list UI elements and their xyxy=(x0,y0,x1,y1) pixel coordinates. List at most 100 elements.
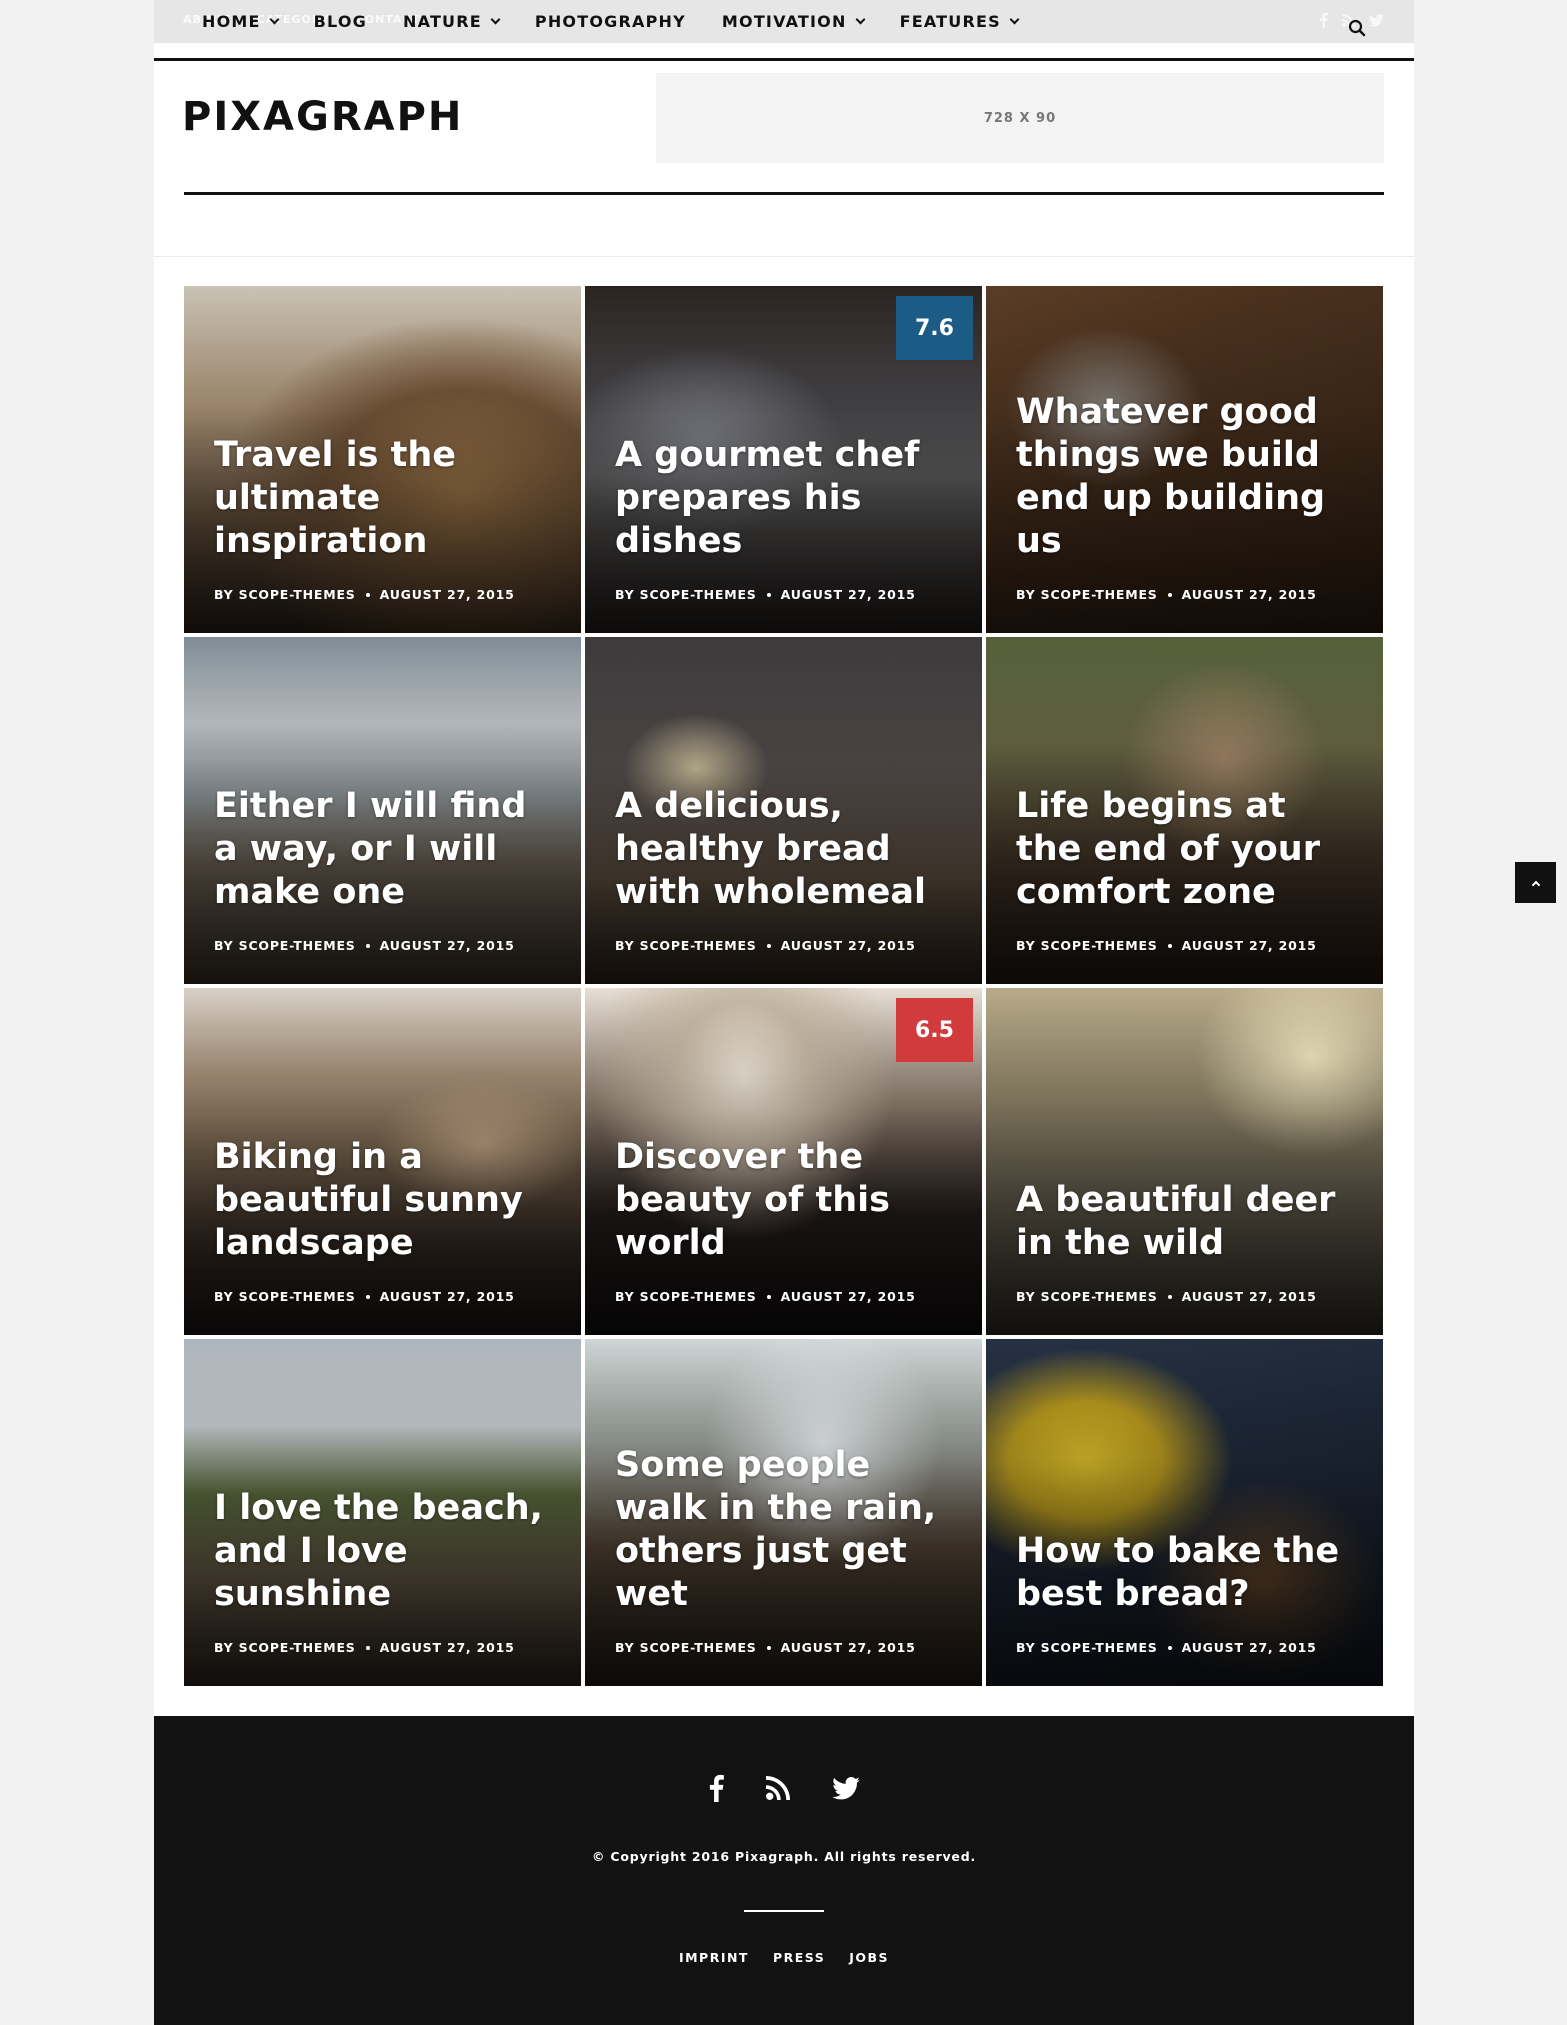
post-card[interactable]: Some people walk in the rain, others jus… xyxy=(585,1339,982,1686)
nav-item-label: MOTIVATION xyxy=(721,12,847,31)
post-date: AUGUST 27, 2015 xyxy=(780,587,916,602)
post-title[interactable]: Either I will find a way, or I will make… xyxy=(214,785,557,914)
post-author[interactable]: BY SCOPE-THEMES xyxy=(615,1289,757,1304)
ad-banner[interactable]: 728 X 90 xyxy=(656,73,1384,163)
footer-link-imprint[interactable]: IMPRINT xyxy=(679,1950,749,1965)
post-author[interactable]: BY SCOPE-THEMES xyxy=(214,1289,356,1304)
search-icon[interactable] xyxy=(1348,19,1366,37)
chevron-down-icon xyxy=(490,14,501,24)
post-title[interactable]: A beautiful deer in the wild xyxy=(1016,1179,1359,1265)
post-card[interactable]: A delicious, healthy bread with wholemea… xyxy=(585,637,982,984)
post-author[interactable]: BY SCOPE-THEMES xyxy=(214,587,356,602)
post-meta: BY SCOPE-THEMES AUGUST 27, 2015 xyxy=(1016,587,1317,602)
post-title[interactable]: Some people walk in the rain, others jus… xyxy=(615,1444,958,1616)
post-card[interactable]: Life begins at the end of your comfort z… xyxy=(986,637,1383,984)
post-grid: Travel is the ultimate inspiration BY SC… xyxy=(184,286,1384,1686)
site-footer: © Copyright 2016 Pixagraph. All rights r… xyxy=(154,1716,1414,2025)
nav-item-home[interactable]: HOME xyxy=(202,12,280,31)
meta-separator xyxy=(766,943,771,948)
post-date: AUGUST 27, 2015 xyxy=(379,587,515,602)
post-title[interactable]: Discover the beauty of this world xyxy=(615,1136,958,1265)
post-author[interactable]: BY SCOPE-THEMES xyxy=(1016,587,1158,602)
post-author[interactable]: BY SCOPE-THEMES xyxy=(214,1640,356,1655)
post-card[interactable]: 7.6 A gourmet chef prepares his dishes B… xyxy=(585,286,982,633)
post-title[interactable]: Life begins at the end of your comfort z… xyxy=(1016,785,1359,914)
nav-item-motivation[interactable]: MOTIVATION xyxy=(721,12,866,31)
footer-social-links xyxy=(154,1774,1414,1802)
site-logo[interactable]: PIXAGRAPH xyxy=(182,93,463,141)
post-author[interactable]: BY SCOPE-THEMES xyxy=(1016,1289,1158,1304)
facebook-icon[interactable] xyxy=(708,1774,724,1802)
post-author[interactable]: BY SCOPE-THEMES xyxy=(615,587,757,602)
post-date: AUGUST 27, 2015 xyxy=(1181,938,1317,953)
nav-item-label: BLOG xyxy=(313,12,368,31)
top-bar: ABOUT CATEGORY CONTACT HOME BLOG NATURE … xyxy=(154,0,1414,43)
post-meta: BY SCOPE-THEMES AUGUST 27, 2015 xyxy=(214,938,515,953)
post-date: AUGUST 27, 2015 xyxy=(1181,1289,1317,1304)
post-meta: BY SCOPE-THEMES AUGUST 27, 2015 xyxy=(615,1640,916,1655)
nav-item-blog[interactable]: BLOG xyxy=(314,12,367,31)
footer-divider xyxy=(744,1910,824,1912)
main-nav: HOME BLOG NATURE PHOTOGRAPHY MOTIVATION … xyxy=(202,0,1054,43)
post-title[interactable]: A gourmet chef prepares his dishes xyxy=(615,434,958,563)
meta-separator xyxy=(766,1294,771,1299)
post-title[interactable]: Travel is the ultimate inspiration xyxy=(214,434,557,563)
post-meta: BY SCOPE-THEMES AUGUST 27, 2015 xyxy=(615,1289,916,1304)
post-title[interactable]: Whatever good things we build end up bui… xyxy=(1016,391,1359,563)
nav-item-photography[interactable]: PHOTOGRAPHY xyxy=(535,12,686,31)
rss-icon[interactable] xyxy=(766,1776,790,1800)
post-date: AUGUST 27, 2015 xyxy=(1181,587,1317,602)
nav-item-label: HOME xyxy=(202,12,261,31)
post-author[interactable]: BY SCOPE-THEMES xyxy=(1016,1640,1158,1655)
footer-link-jobs[interactable]: JOBS xyxy=(849,1950,889,1965)
post-card[interactable]: Travel is the ultimate inspiration BY SC… xyxy=(184,286,581,633)
meta-separator xyxy=(365,592,370,597)
chevron-down-icon xyxy=(269,14,280,24)
post-date: AUGUST 27, 2015 xyxy=(780,938,916,953)
post-meta: BY SCOPE-THEMES AUGUST 27, 2015 xyxy=(214,1289,515,1304)
post-card[interactable]: Biking in a beautiful sunny landscape BY… xyxy=(184,988,581,1335)
nav-item-label: FEATURES xyxy=(899,12,1001,31)
meta-separator xyxy=(766,592,771,597)
chevron-down-icon xyxy=(855,14,866,24)
footer-links: IMPRINT PRESS JOBS xyxy=(154,1950,1414,1965)
post-card[interactable]: 6.5 Discover the beauty of this world BY… xyxy=(585,988,982,1335)
post-title[interactable]: I love the beach, and I love sunshine xyxy=(214,1487,557,1616)
chevron-up-icon xyxy=(1531,880,1540,889)
footer-link-press[interactable]: PRESS xyxy=(773,1950,825,1965)
post-date: AUGUST 27, 2015 xyxy=(379,938,515,953)
post-title[interactable]: Biking in a beautiful sunny landscape xyxy=(214,1136,557,1265)
back-to-top-button[interactable] xyxy=(1515,862,1556,903)
nav-item-label: NATURE xyxy=(403,12,482,31)
post-author[interactable]: BY SCOPE-THEMES xyxy=(615,938,757,953)
post-meta: BY SCOPE-THEMES AUGUST 27, 2015 xyxy=(1016,1640,1317,1655)
post-title[interactable]: How to bake the best bread? xyxy=(1016,1530,1359,1616)
header-divider xyxy=(184,192,1384,195)
post-author[interactable]: BY SCOPE-THEMES xyxy=(214,938,356,953)
chevron-down-icon xyxy=(1009,14,1020,24)
post-card[interactable]: A beautiful deer in the wild BY SCOPE-TH… xyxy=(986,988,1383,1335)
post-meta: BY SCOPE-THEMES AUGUST 27, 2015 xyxy=(214,1640,515,1655)
copyright-text: © Copyright 2016 Pixagraph. All rights r… xyxy=(591,1849,977,1864)
nav-divider xyxy=(154,58,1414,61)
post-meta: BY SCOPE-THEMES AUGUST 27, 2015 xyxy=(615,938,916,953)
post-author[interactable]: BY SCOPE-THEMES xyxy=(1016,938,1158,953)
twitter-icon[interactable] xyxy=(1369,13,1384,27)
twitter-icon[interactable] xyxy=(832,1776,860,1800)
post-card[interactable]: Whatever good things we build end up bui… xyxy=(986,286,1383,633)
facebook-icon[interactable] xyxy=(1319,12,1328,28)
nav-item-features[interactable]: FEATURES xyxy=(899,12,1020,31)
meta-separator xyxy=(1167,1294,1172,1299)
page: ABOUT CATEGORY CONTACT HOME BLOG NATURE … xyxy=(154,0,1414,2025)
post-date: AUGUST 27, 2015 xyxy=(1181,1640,1317,1655)
nav-item-nature[interactable]: NATURE xyxy=(403,12,501,31)
post-meta: BY SCOPE-THEMES AUGUST 27, 2015 xyxy=(1016,1289,1317,1304)
meta-separator xyxy=(766,1645,771,1650)
post-card[interactable]: I love the beach, and I love sunshine BY… xyxy=(184,1339,581,1686)
post-card[interactable]: Either I will find a way, or I will make… xyxy=(184,637,581,984)
post-title[interactable]: A delicious, healthy bread with wholemea… xyxy=(615,785,958,914)
post-card[interactable]: How to bake the best bread? BY SCOPE-THE… xyxy=(986,1339,1383,1686)
nav-item-label: PHOTOGRAPHY xyxy=(534,12,686,31)
post-date: AUGUST 27, 2015 xyxy=(780,1289,916,1304)
post-author[interactable]: BY SCOPE-THEMES xyxy=(615,1640,757,1655)
